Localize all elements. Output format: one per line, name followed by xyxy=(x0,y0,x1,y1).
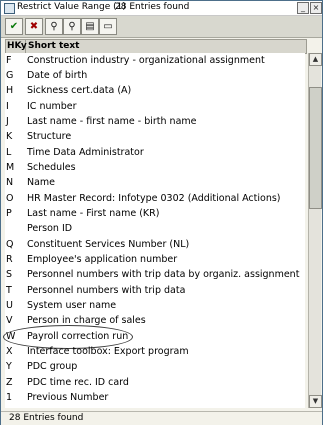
scroll-thumb[interactable] xyxy=(309,87,322,209)
table-row[interactable]: Z PDC time rec. ID card xyxy=(5,375,305,390)
table-row[interactable]: Q Constituent Services Number (NL) xyxy=(5,237,305,252)
table-row[interactable]: U System user name xyxy=(5,298,305,313)
table-row[interactable]: L Time Data Administrator xyxy=(5,145,305,160)
scroll-down-icon[interactable]: ▼ xyxy=(309,395,322,408)
value-range-dialog: Restrict Value Range (1) 28 Entries foun… xyxy=(0,0,323,425)
scroll-up-icon[interactable]: ▲ xyxy=(309,53,322,66)
toolbar: ✔ ✖ ⚲ ⚲ ▤ ▭ xyxy=(1,16,322,38)
table-row[interactable]: H Sickness cert.data (A) xyxy=(5,83,305,98)
title-bar: Restrict Value Range (1) 28 Entries foun… xyxy=(1,1,322,16)
table-row[interactable]: M Schedules xyxy=(5,160,305,175)
table-header: HKy Short text xyxy=(5,39,307,54)
table-row[interactable]: G Date of birth xyxy=(5,68,305,83)
status-bar: 28 Entries found xyxy=(1,411,322,425)
table-row[interactable]: Person ID xyxy=(5,221,305,236)
window-icon xyxy=(4,3,15,14)
table-row[interactable]: O HR Master Record: Infotype 0302 (Additi… xyxy=(5,191,305,206)
column-header-key[interactable]: HKy xyxy=(6,40,27,53)
table-row[interactable]: J Last name - first name - birth name xyxy=(5,114,305,129)
table-row[interactable]: K Structure xyxy=(5,129,305,144)
title-entries-count: 28 Entries found xyxy=(115,2,190,12)
table-row[interactable]: T Personnel numbers with trip data xyxy=(5,283,305,298)
table-row[interactable]: R Employee's application number xyxy=(5,252,305,267)
close-icon[interactable]: × xyxy=(310,2,322,14)
find-icon[interactable]: ⚲ xyxy=(45,18,63,35)
find-next-icon[interactable]: ⚲ xyxy=(63,18,81,35)
info-icon[interactable]: ▭ xyxy=(99,18,117,35)
column-header-short-text[interactable]: Short text xyxy=(28,40,79,53)
minimize-icon[interactable]: _ xyxy=(297,2,309,14)
check-icon[interactable]: ✔ xyxy=(5,18,23,35)
cancel-icon[interactable]: ✖ xyxy=(25,18,43,35)
table-row[interactable]: F Construction industry - organizational … xyxy=(5,53,305,68)
table-row[interactable]: 1 Previous Number xyxy=(5,390,305,405)
entries-list: F Construction industry - organizational … xyxy=(3,53,305,408)
table-row[interactable]: V Person in charge of sales xyxy=(5,313,305,328)
table-row[interactable]: N Name xyxy=(5,175,305,190)
table-row[interactable]: S Personnel numbers with trip data by org… xyxy=(5,267,305,282)
vertical-scrollbar[interactable]: ▲ ▼ xyxy=(308,53,322,408)
table-row[interactable]: I IC number xyxy=(5,99,305,114)
print-icon[interactable]: ▤ xyxy=(81,18,99,35)
table-row[interactable]: X Interface toolbox: Export program xyxy=(5,344,305,359)
table-row[interactable]: Y PDC group xyxy=(5,359,305,374)
status-text: 28 Entries found xyxy=(9,413,84,423)
window-title: Restrict Value Range (1) xyxy=(17,2,126,12)
table-row[interactable]: P Last name - First name (KR) xyxy=(5,206,305,221)
table-row[interactable]: W Payroll correction run xyxy=(3,325,305,349)
